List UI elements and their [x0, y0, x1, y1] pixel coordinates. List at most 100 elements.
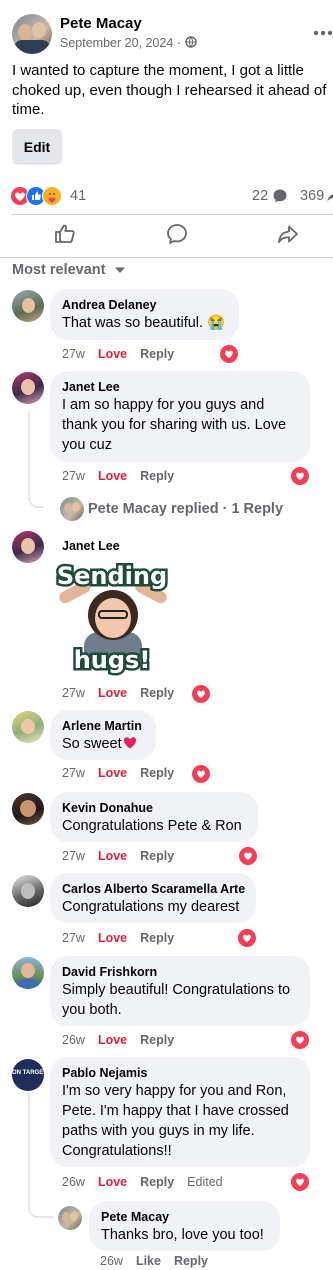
- avatar[interactable]: [12, 711, 44, 743]
- reply-button[interactable]: Reply: [140, 766, 174, 780]
- like-button[interactable]: Like: [136, 1254, 161, 1268]
- heart-icon[interactable]: [218, 343, 240, 365]
- comment-author[interactable]: Arlene Martin: [62, 718, 144, 734]
- share-arrow-icon: [278, 225, 298, 243]
- reply-button[interactable]: Reply: [140, 686, 174, 700]
- reply-bubble: Pete Macay Thanks bro, love you too!: [89, 1201, 280, 1251]
- love-button[interactable]: Love: [98, 686, 127, 700]
- comment-bubble-icon: [167, 224, 187, 244]
- comment-text: Congratulations my dearest: [62, 899, 240, 915]
- reply-button[interactable]: Reply: [174, 1254, 208, 1268]
- avatar[interactable]: [60, 497, 84, 521]
- heart-icon[interactable]: [236, 927, 258, 949]
- heart-icon[interactable]: [190, 763, 212, 785]
- view-replies-link[interactable]: Pete Macay replied · 1 Reply: [88, 501, 283, 517]
- heart-icon[interactable]: [289, 1171, 311, 1193]
- avatar-person-left: [18, 24, 32, 40]
- comment-count[interactable]: 22: [252, 188, 268, 204]
- reply-button[interactable]: Reply: [140, 1175, 174, 1189]
- comment-action-button[interactable]: [165, 222, 189, 246]
- comment-bubble: Arlene Martin So sweet: [50, 710, 156, 760]
- reply-actions: 26w Like Reply: [100, 1254, 221, 1268]
- sort-selector[interactable]: Most relevant: [12, 262, 126, 278]
- comment-time[interactable]: 27w: [62, 686, 85, 700]
- avatar[interactable]: [12, 793, 44, 825]
- reply-time[interactable]: 26w: [100, 1254, 123, 1268]
- post-date[interactable]: September 20, 2024 ·: [60, 36, 181, 50]
- avatar-face: [21, 379, 35, 395]
- chevron-down-icon: [114, 267, 125, 273]
- edited-label: Edited: [187, 1175, 223, 1189]
- post-author-name[interactable]: Pete Macay: [60, 15, 142, 32]
- comment-bubble: Janet Lee I am so happy for you guys and…: [50, 371, 310, 462]
- comment-author[interactable]: Janet Lee: [62, 538, 120, 554]
- comment-actions: 26w Love Reply Edited: [62, 1175, 236, 1189]
- avatar-face: [21, 719, 35, 734]
- comment-time[interactable]: 27w: [62, 469, 85, 483]
- sticker-text-line2: hugs!: [71, 644, 153, 677]
- comment-author[interactable]: David Frishkorn: [62, 964, 298, 980]
- heart-icon[interactable]: [289, 1029, 311, 1051]
- reply-text: Thanks bro, love you too!: [101, 1227, 264, 1243]
- comment-time[interactable]: 26w: [62, 1033, 85, 1047]
- avatar[interactable]: [12, 957, 44, 989]
- comment-text-row: So sweet: [62, 734, 144, 754]
- reaction-icons[interactable]: [10, 186, 66, 206]
- comment-bubble: Kevin Donahue Congratulations Pete & Ron: [50, 792, 258, 842]
- share-count[interactable]: 369: [300, 188, 324, 204]
- reply-button[interactable]: Reply: [140, 931, 174, 945]
- avatar[interactable]: ON TARGET: [12, 1059, 44, 1091]
- hugs-sticker[interactable]: Sending hugs!: [54, 560, 170, 680]
- comment-time[interactable]: 26w: [62, 1175, 85, 1189]
- comment-time[interactable]: 27w: [62, 849, 85, 863]
- comment-time[interactable]: 27w: [62, 766, 85, 780]
- avatar[interactable]: [12, 531, 44, 563]
- reply-button[interactable]: Reply: [140, 1033, 174, 1047]
- love-button[interactable]: Love: [98, 1175, 127, 1189]
- comment-actions: 27w Love Reply: [62, 766, 187, 780]
- avatar[interactable]: [12, 875, 44, 907]
- comment-author[interactable]: Janet Lee: [62, 379, 298, 395]
- heart-icon[interactable]: [190, 683, 212, 705]
- comment-text: So sweet: [62, 736, 122, 752]
- heart-icon[interactable]: [289, 465, 311, 487]
- sticker-text-line1: Sending: [54, 560, 169, 593]
- comment-author[interactable]: Andrea Delaney: [62, 297, 227, 313]
- comment-time[interactable]: 27w: [62, 931, 85, 945]
- reply-author[interactable]: Pete Macay: [101, 1209, 268, 1225]
- reply-button[interactable]: Reply: [140, 469, 174, 483]
- avatar[interactable]: [12, 290, 44, 322]
- love-button[interactable]: Love: [98, 931, 127, 945]
- comment-actions: 27w Love Reply: [62, 469, 187, 483]
- comment-bubble: Carlos Alberto Scaramella Arte Congratul…: [50, 873, 256, 923]
- more-icon[interactable]: [312, 24, 333, 36]
- reply-button[interactable]: Reply: [140, 849, 174, 863]
- love-button[interactable]: Love: [98, 469, 127, 483]
- avatar-shoulders: [14, 40, 50, 54]
- comment-author[interactable]: Pablo Nejamis: [62, 1065, 298, 1081]
- comment-text: Congratulations Pete & Ron: [62, 818, 242, 834]
- love-button[interactable]: Love: [98, 1033, 127, 1047]
- sticker-glasses: [98, 610, 128, 619]
- avatar[interactable]: [58, 1206, 82, 1230]
- love-button[interactable]: Love: [98, 766, 127, 780]
- comment-actions: 27w Love Reply: [62, 931, 187, 945]
- reply-button[interactable]: Reply: [140, 347, 174, 361]
- comment-bubble: David Frishkorn Simply beautiful! Congra…: [50, 956, 310, 1026]
- heart-icon[interactable]: [237, 845, 259, 867]
- comment-author[interactable]: Carlos Alberto Scaramella Arte: [62, 881, 245, 897]
- avatar-face: [62, 1212, 70, 1222]
- love-button[interactable]: Love: [98, 849, 127, 863]
- reaction-count[interactable]: 41: [70, 188, 86, 204]
- comment-author[interactable]: Kevin Donahue: [62, 800, 246, 816]
- avatar[interactable]: [12, 372, 44, 404]
- comment-time[interactable]: 27w: [62, 347, 85, 361]
- care-reaction-icon: [42, 186, 62, 206]
- love-button[interactable]: Love: [98, 347, 127, 361]
- avatar-face: [20, 800, 36, 817]
- post-author-avatar[interactable]: [12, 14, 52, 54]
- share-action-button[interactable]: [276, 222, 300, 246]
- sort-label: Most relevant: [12, 262, 106, 278]
- edit-button[interactable]: Edit: [12, 129, 62, 165]
- like-action-button[interactable]: [53, 222, 77, 246]
